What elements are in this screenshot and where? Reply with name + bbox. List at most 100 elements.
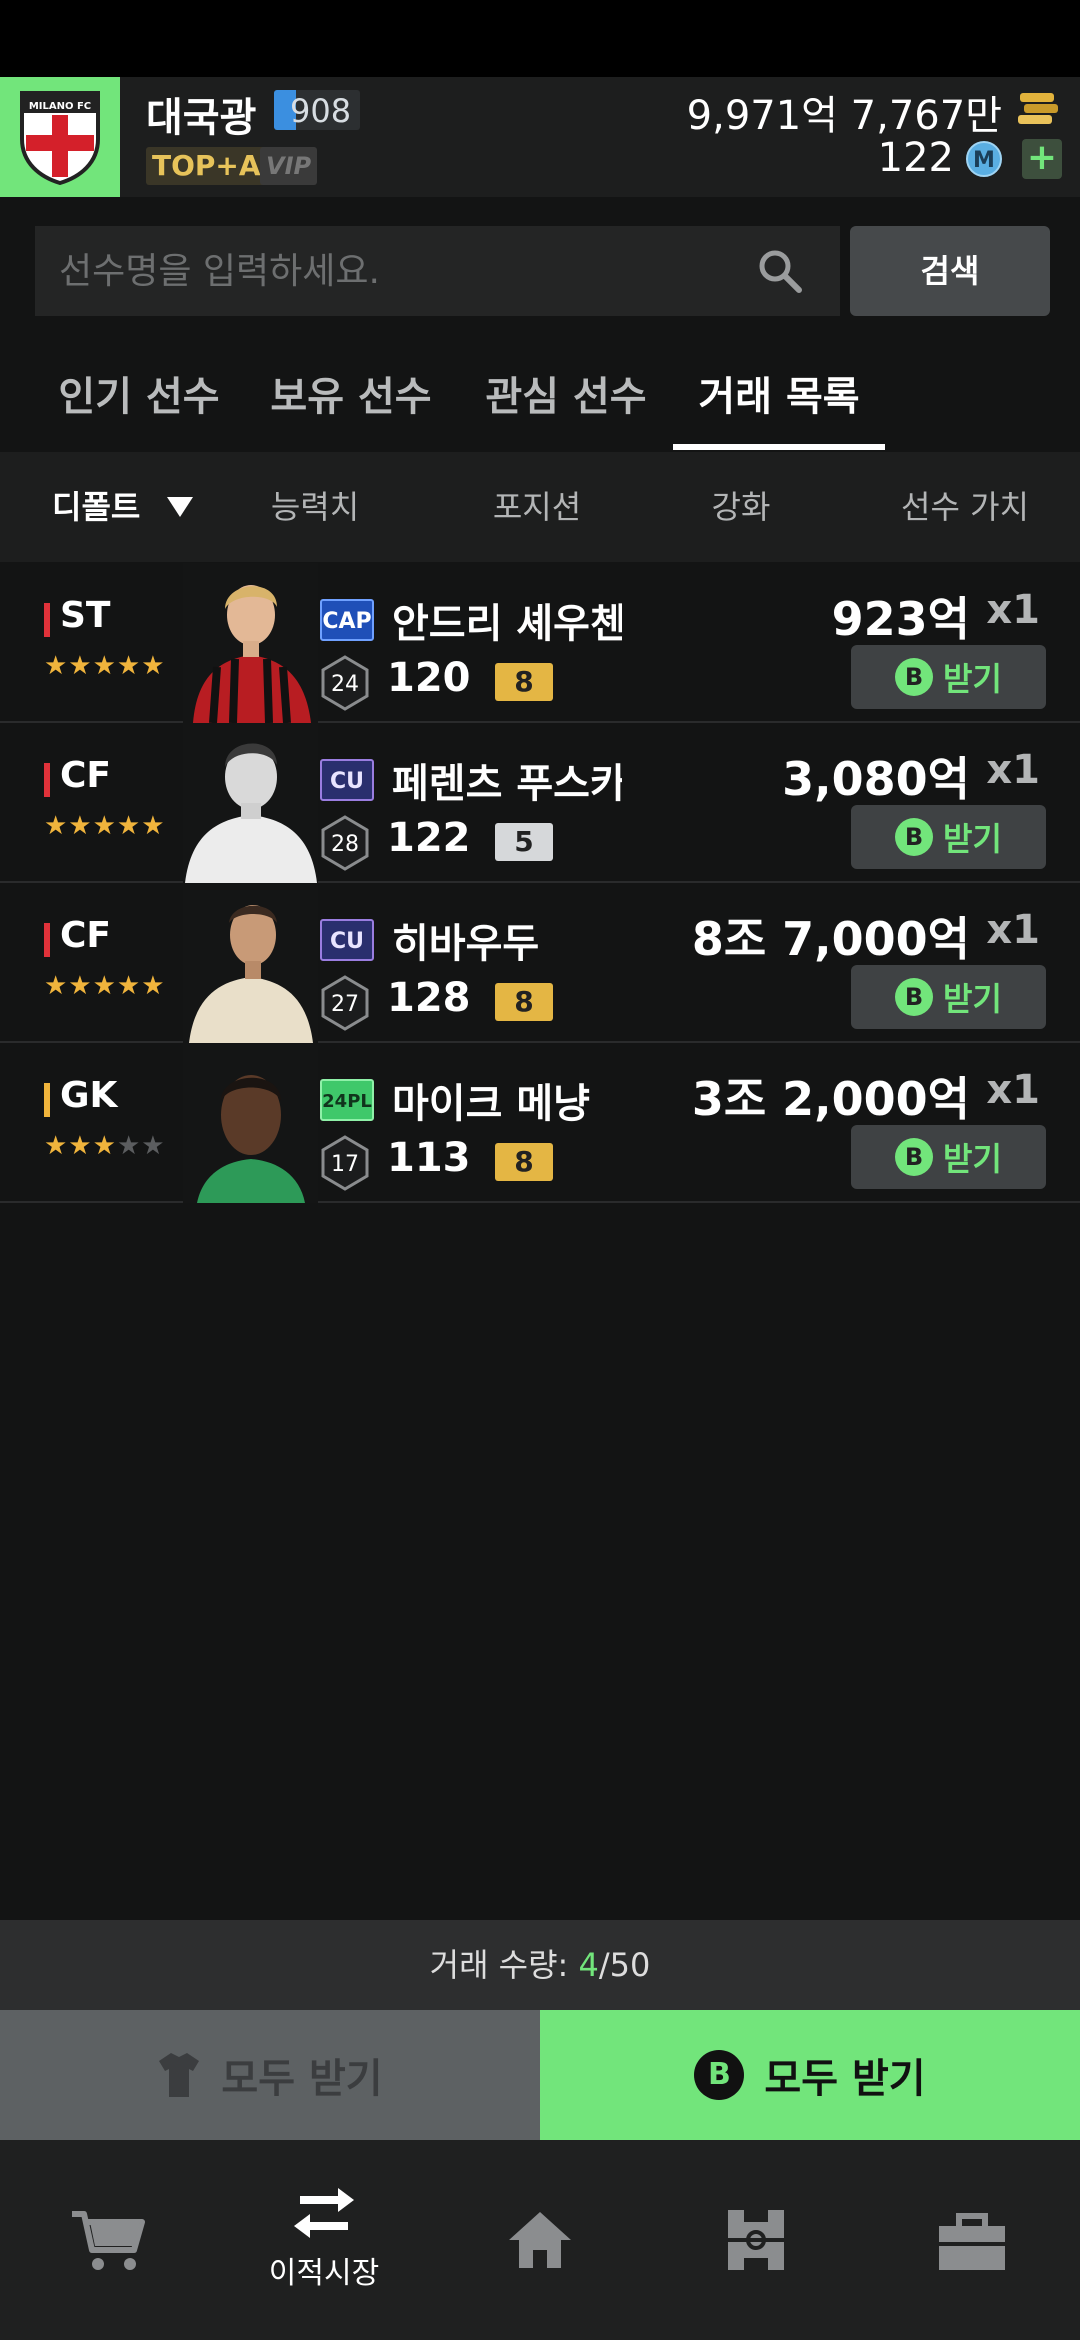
add-currency-button[interactable]: +	[1022, 139, 1062, 179]
season-badge: CU	[320, 759, 374, 801]
tab-owned-players[interactable]: 보유 선수	[250, 342, 452, 452]
trade-quantity: x1	[986, 1067, 1040, 1113]
age-hexagon-icon: 17	[321, 1135, 369, 1191]
trade-quantity: x1	[986, 747, 1040, 793]
trade-quantity: x1	[986, 907, 1040, 953]
sort-by-value[interactable]: 선수 가치	[880, 452, 1050, 562]
receive-label: 받기	[943, 1140, 1002, 1178]
player-ovr: 128	[387, 975, 471, 1021]
search-icon[interactable]	[755, 246, 805, 296]
skill-stars: ★★★★★	[44, 1131, 166, 1161]
player-position: GK	[60, 1075, 118, 1116]
receive-label: 받기	[943, 980, 1002, 1018]
search-button[interactable]: 검색	[850, 226, 1050, 316]
receive-button[interactable]: B 받기	[851, 965, 1046, 1029]
trade-row[interactable]: GK ★★★★★ 24PL 마이크 메냥 17 113 8 3조 2,000억 …	[0, 1043, 1080, 1203]
trade-count-max: /50	[598, 1946, 651, 1984]
sort-bar: 디폴트 능력치 포지션 강화 선수 가치	[0, 452, 1080, 562]
player-name: 마이크 메냥	[392, 1081, 590, 1127]
trade-count-current: 4	[578, 1946, 599, 1984]
active-tab-indicator	[673, 444, 885, 450]
trade-price: 8조 7,000억	[691, 912, 970, 966]
sort-by-position[interactable]: 포지션	[462, 452, 612, 562]
m-coin-icon: M	[966, 141, 1002, 177]
vip-badge: VIP	[260, 147, 318, 185]
upgrade-grade: 8	[495, 663, 553, 701]
age-hexagon-icon: 28	[321, 815, 369, 871]
player-search-input[interactable]	[35, 226, 840, 316]
nav-home[interactable]	[432, 2140, 648, 2340]
cart-icon	[72, 2211, 145, 2270]
season-badge: 24PL	[320, 1079, 374, 1121]
nav-transfer-market[interactable]: 이적시장	[216, 2140, 432, 2340]
player-ovr: 122	[387, 815, 471, 861]
nav-inventory[interactable]	[864, 2140, 1080, 2340]
b-coin-icon: B	[694, 2050, 745, 2100]
bp-coins-icon	[1018, 93, 1058, 124]
position-color-bar	[44, 923, 50, 957]
sort-by-upgrade[interactable]: 강화	[666, 452, 816, 562]
tab-trade-list[interactable]: 거래 목록	[673, 342, 885, 452]
position-color-bar	[44, 603, 50, 637]
status-bar	[0, 0, 1080, 77]
player-name: 안드리 셰우첸	[392, 601, 622, 647]
position-color-bar	[44, 1083, 50, 1117]
player-ovr: 120	[387, 655, 471, 701]
player-photo	[183, 723, 318, 883]
milano-fc-crest-icon: MILANO FC	[20, 91, 100, 185]
skill-stars: ★★★★★	[44, 651, 166, 681]
trade-price: 3,080억	[782, 752, 970, 806]
dropdown-arrow-icon[interactable]	[165, 494, 195, 520]
field-icon	[728, 2210, 784, 2270]
sort-default-dropdown[interactable]: 디폴트	[52, 452, 140, 562]
transfer-icon	[294, 2188, 354, 2238]
bag-icon	[939, 2213, 1005, 2270]
level-value: 908	[290, 92, 352, 130]
trade-quantity: x1	[986, 587, 1040, 633]
player-position: CF	[60, 755, 112, 796]
trade-row[interactable]: CF ★★★★★ CU 히바우두 27 128 8 8조 7,000억 x1 B…	[0, 883, 1080, 1043]
receive-all-players-label: 모두 받기	[221, 2056, 383, 2102]
nav-transfer-label: 이적시장	[268, 2256, 380, 2291]
svg-text:MILANO FC: MILANO FC	[29, 101, 91, 112]
profile-header: MILANO FC 대국광 908 TOP+A VIP 9,971억 7,767…	[0, 77, 1080, 197]
season-badge: CU	[320, 919, 374, 961]
receive-button[interactable]: B 받기	[851, 1125, 1046, 1189]
player-age: 28	[331, 832, 359, 857]
receive-button[interactable]: B 받기	[851, 645, 1046, 709]
player-position: ST	[60, 595, 111, 636]
player-photo	[183, 563, 318, 723]
player-position: CF	[60, 915, 112, 956]
player-age: 27	[331, 992, 359, 1017]
username: 대국광	[146, 95, 257, 141]
season-badge: CAP	[320, 599, 374, 641]
jersey-icon	[159, 2053, 200, 2097]
bottom-navigation: 이적시장	[0, 2140, 1080, 2340]
trade-row[interactable]: CF ★★★★★ CU 페렌츠 푸스카 28 122 5 3,080억 x1 B…	[0, 723, 1080, 883]
upgrade-grade: 8	[495, 1143, 553, 1181]
player-name: 히바우두	[392, 921, 540, 967]
trade-price: 3조 2,000억	[691, 1072, 970, 1126]
receive-button[interactable]: B 받기	[851, 805, 1046, 869]
trade-count: 거래 수량: 4/50	[0, 1920, 1080, 2010]
nav-squad[interactable]	[648, 2140, 864, 2340]
b-coin-icon: B	[895, 1138, 934, 1176]
tab-popular-players[interactable]: 인기 선수	[38, 342, 240, 452]
trade-row[interactable]: ST ★★★★★ CAP 안드리 셰우첸 24 120 8 923억 x1 B …	[0, 563, 1080, 723]
rank-badge: TOP+A	[146, 147, 267, 185]
skill-stars: ★★★★★	[44, 971, 166, 1001]
skill-stars: ★★★★★	[44, 811, 166, 841]
b-coin-icon: B	[895, 978, 934, 1016]
nav-shop[interactable]	[0, 2140, 216, 2340]
home-icon	[509, 2212, 571, 2268]
age-hexagon-icon: 27	[321, 975, 369, 1031]
age-hexagon-icon: 24	[321, 655, 369, 711]
receive-all-players-button[interactable]: 모두 받기	[0, 2010, 540, 2140]
club-badge[interactable]: MILANO FC	[0, 77, 120, 197]
tab-favorite-players[interactable]: 관심 선수	[462, 342, 670, 452]
receive-all-bp-button[interactable]: B 모두 받기	[540, 2010, 1080, 2140]
b-coin-icon: B	[895, 658, 934, 696]
player-age: 24	[331, 672, 359, 697]
receive-label: 받기	[943, 820, 1002, 858]
sort-by-ovr[interactable]: 능력치	[240, 452, 390, 562]
